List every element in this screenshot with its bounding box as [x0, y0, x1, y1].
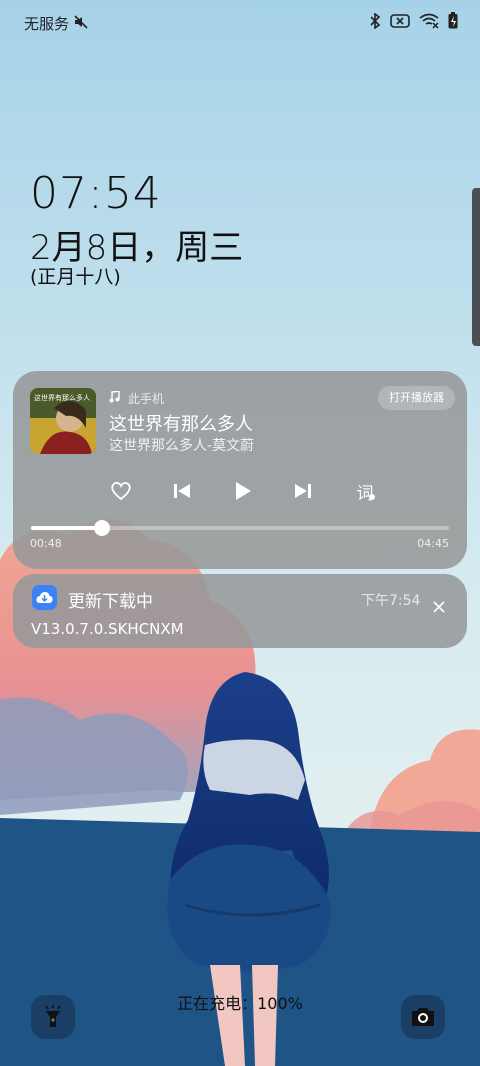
notification-dismiss-button[interactable]	[433, 598, 451, 616]
mute-icon	[73, 14, 89, 34]
heart-icon	[111, 481, 131, 501]
notification-title: 更新下载中	[68, 592, 153, 612]
wifi-off-icon	[419, 13, 439, 33]
battery-charging-icon	[448, 12, 458, 33]
song-title: 这世界有那么多人	[109, 414, 253, 435]
favorite-button[interactable]	[107, 477, 135, 505]
skip-next-icon	[295, 484, 311, 498]
next-track-button[interactable]	[289, 477, 317, 505]
flashlight-button[interactable]	[31, 995, 75, 1039]
camera-button[interactable]	[401, 995, 445, 1039]
lyrics-dot-icon	[369, 494, 375, 500]
cloud-download-icon	[32, 585, 57, 610]
media-source-label: 此手机	[128, 392, 165, 406]
edge-drawer-handle[interactable]	[472, 188, 480, 346]
notification-body: V13.0.7.0.SKHCNXM	[31, 620, 184, 638]
lockscreen-time: 07:54	[30, 168, 162, 219]
playback-progress-knob[interactable]	[94, 520, 111, 536]
flashlight-icon	[45, 1005, 61, 1027]
status-bar-left: 无服务	[24, 13, 89, 34]
album-cover-title: 这世界有那么多人	[34, 393, 90, 402]
playback-progress-fill	[31, 526, 103, 530]
carrier-text: 无服务	[24, 15, 70, 33]
total-duration: 04:45	[417, 537, 449, 550]
close-icon	[433, 601, 445, 613]
sim-off-icon	[390, 13, 410, 33]
elapsed-time: 00:48	[30, 537, 62, 550]
play-icon	[236, 482, 251, 500]
play-button[interactable]	[229, 477, 257, 505]
playback-progress-slider[interactable]	[31, 520, 449, 536]
update-notification[interactable]: 更新下载中 下午7:54 V13.0.7.0.SKHCNXM	[13, 574, 467, 648]
open-player-button[interactable]: 打开播放器	[378, 386, 455, 410]
music-note-icon	[109, 390, 120, 406]
song-artist: 这世界那么多人-莫文蔚	[109, 438, 255, 454]
notification-time: 下午7:54	[361, 593, 421, 609]
skip-previous-icon	[174, 484, 190, 498]
bluetooth-icon	[369, 11, 381, 33]
media-source: 此手机	[109, 390, 164, 407]
camera-icon	[412, 1008, 434, 1026]
lyrics-button[interactable]: 词	[351, 477, 379, 505]
album-cover[interactable]: 这世界有那么多人	[30, 388, 96, 454]
status-bar-right	[369, 11, 458, 33]
previous-track-button[interactable]	[168, 477, 196, 505]
media-player-card[interactable]: 这世界有那么多人 此手机 这世界有那么多人 这世界那么多人-莫文蔚 打开播放器 …	[13, 371, 467, 569]
lunar-date: (正月十八)	[30, 266, 121, 288]
